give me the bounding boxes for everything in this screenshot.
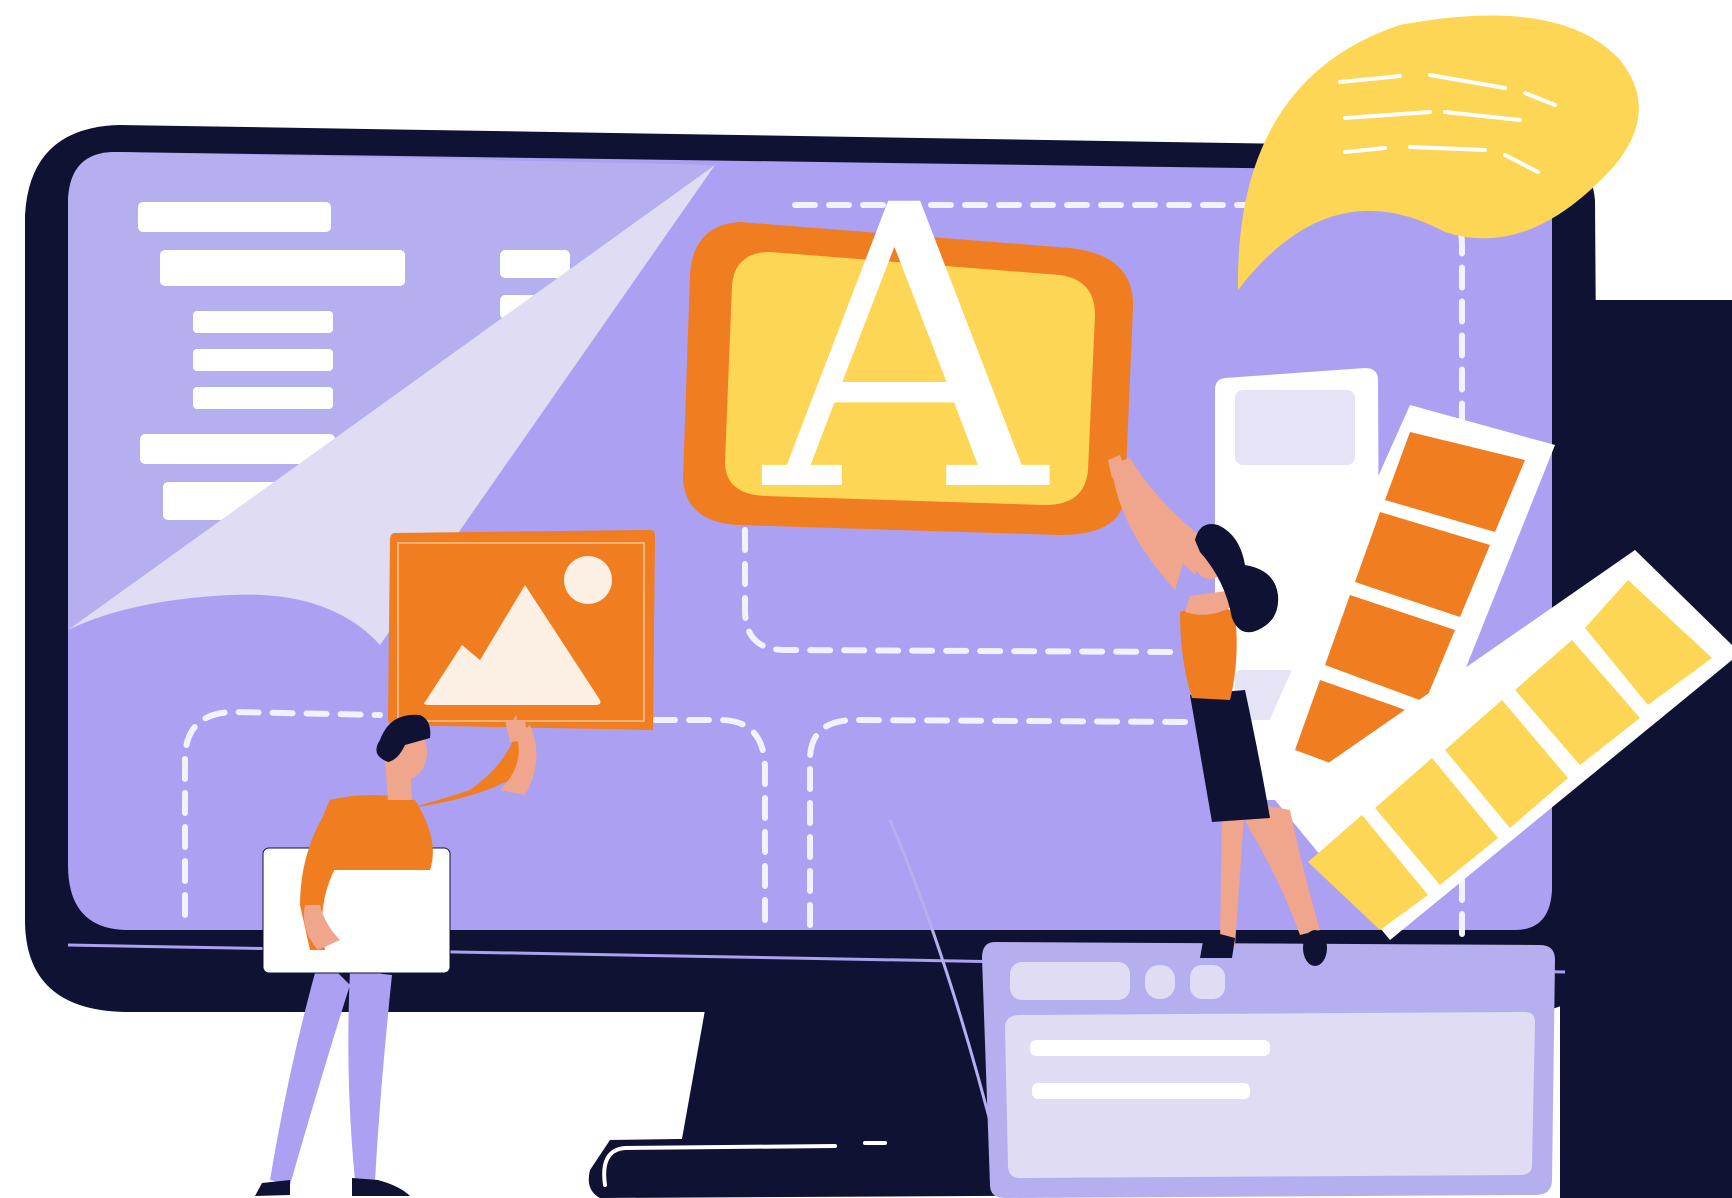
design-illustration: A bbox=[25, 15, 1732, 1198]
headline-letter: A bbox=[758, 123, 1051, 577]
sun-icon bbox=[564, 556, 612, 604]
image-icon bbox=[388, 530, 655, 730]
